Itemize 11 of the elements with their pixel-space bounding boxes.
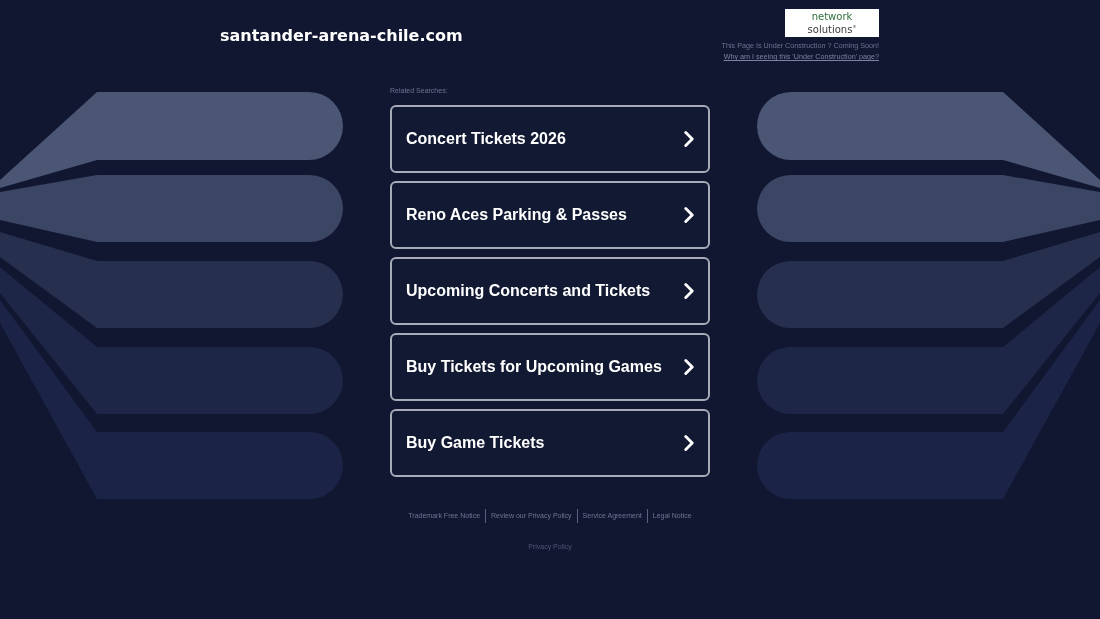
chevron-right-icon	[684, 435, 694, 451]
chevron-right-icon	[684, 207, 694, 223]
chevron-right-icon	[684, 283, 694, 299]
related-search-link[interactable]: Buy Tickets for Upcoming Games	[390, 333, 710, 401]
related-search-link[interactable]: Buy Game Tickets	[390, 409, 710, 477]
related-search-link[interactable]: Upcoming Concerts and Tickets	[390, 257, 710, 325]
chevron-right-icon	[684, 359, 694, 375]
chevron-right-icon	[684, 131, 694, 147]
related-search-link[interactable]: Reno Aces Parking & Passes	[390, 181, 710, 249]
domain-title: santander-arena-chile.com	[220, 25, 463, 47]
related-search-link[interactable]: Concert Tickets 2026	[390, 105, 710, 173]
